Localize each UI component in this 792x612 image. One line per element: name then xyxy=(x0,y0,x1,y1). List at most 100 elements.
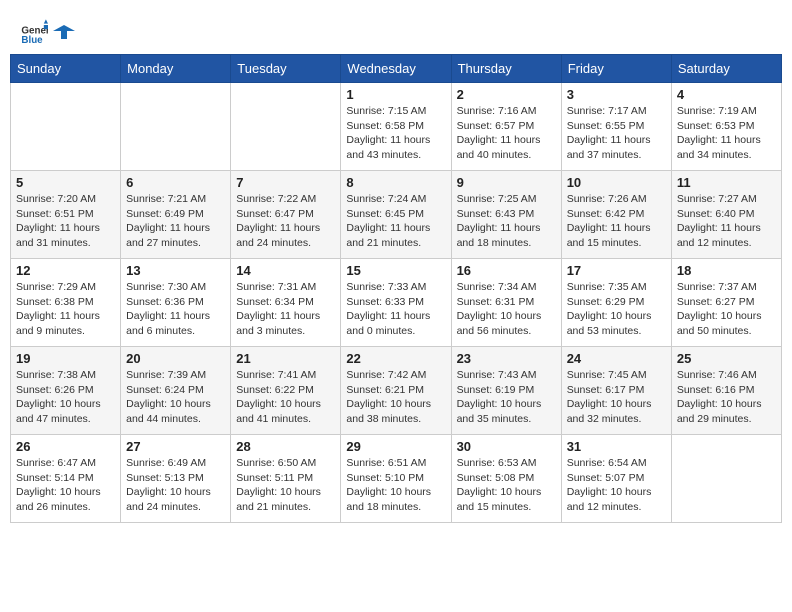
day-number: 27 xyxy=(126,439,225,454)
day-number: 30 xyxy=(457,439,556,454)
logo-icon: General Blue xyxy=(20,18,48,46)
calendar-header: SundayMondayTuesdayWednesdayThursdayFrid… xyxy=(11,55,782,83)
calendar-cell: 6Sunrise: 7:21 AM Sunset: 6:49 PM Daylig… xyxy=(121,171,231,259)
calendar-cell xyxy=(231,83,341,171)
day-header-monday: Monday xyxy=(121,55,231,83)
day-info: Sunrise: 7:43 AM Sunset: 6:19 PM Dayligh… xyxy=(457,368,556,427)
calendar-week-1: 1 Sunrise: 7:15 AM Sunset: 6:58 PM Daylig… xyxy=(11,83,782,171)
day-number: 9 xyxy=(457,175,556,190)
page-header: General Blue xyxy=(10,10,782,54)
calendar-cell: 15Sunrise: 7:33 AM Sunset: 6:33 PM Dayli… xyxy=(341,259,451,347)
calendar-cell xyxy=(121,83,231,171)
day-info: Sunrise: 6:50 AM Sunset: 5:11 PM Dayligh… xyxy=(236,456,335,515)
calendar-cell: 13 Sunrise: 7:30 AM Sunset: 6:36 PM Dayli… xyxy=(121,259,231,347)
day-header-saturday: Saturday xyxy=(671,55,781,83)
calendar-cell: 29Sunrise: 6:51 AM Sunset: 5:10 PM Dayli… xyxy=(341,435,451,523)
calendar-cell: 14 Sunrise: 7:31 AM Sunset: 6:34 PM Dayli… xyxy=(231,259,341,347)
day-number: 22 xyxy=(346,351,445,366)
day-info: Sunrise: 7:37 AM Sunset: 6:27 PM Dayligh… xyxy=(677,280,776,339)
day-info: Sunrise: 7:20 AM Sunset: 6:51 PM Dayligh… xyxy=(16,192,115,251)
calendar-week-5: 26 Sunrise: 6:47 AM Sunset: 5:14 PM Dayli… xyxy=(11,435,782,523)
calendar-cell: 10 Sunrise: 7:26 AM Sunset: 6:42 PM Dayli… xyxy=(561,171,671,259)
day-info: Sunrise: 7:19 AM Sunset: 6:53 PM Dayligh… xyxy=(677,104,776,163)
calendar-cell: 24 Sunrise: 7:45 AM Sunset: 6:17 PM Dayli… xyxy=(561,347,671,435)
calendar-cell: 17 Sunrise: 7:35 AM Sunset: 6:29 PM Dayli… xyxy=(561,259,671,347)
day-number: 18 xyxy=(677,263,776,278)
calendar-cell: 1 Sunrise: 7:15 AM Sunset: 6:58 PM Daylig… xyxy=(341,83,451,171)
day-number: 24 xyxy=(567,351,666,366)
calendar-cell: 12 Sunrise: 7:29 AM Sunset: 6:38 PM Dayli… xyxy=(11,259,121,347)
calendar-cell: 31 Sunrise: 6:54 AM Sunset: 5:07 PM Dayli… xyxy=(561,435,671,523)
day-header-sunday: Sunday xyxy=(11,55,121,83)
day-number: 21 xyxy=(236,351,335,366)
day-number: 4 xyxy=(677,87,776,102)
day-info: Sunrise: 7:39 AM Sunset: 6:24 PM Dayligh… xyxy=(126,368,225,427)
calendar-cell: 11Sunrise: 7:27 AM Sunset: 6:40 PM Dayli… xyxy=(671,171,781,259)
day-number: 2 xyxy=(457,87,556,102)
calendar-cell: 16Sunrise: 7:34 AM Sunset: 6:31 PM Dayli… xyxy=(451,259,561,347)
day-info: Sunrise: 6:47 AM Sunset: 5:14 PM Dayligh… xyxy=(16,456,115,515)
calendar-cell: 7 Sunrise: 7:22 AM Sunset: 6:47 PM Daylig… xyxy=(231,171,341,259)
calendar-week-4: 19 Sunrise: 7:38 AM Sunset: 6:26 PM Dayli… xyxy=(11,347,782,435)
day-number: 11 xyxy=(677,175,776,190)
day-header-friday: Friday xyxy=(561,55,671,83)
day-number: 26 xyxy=(16,439,115,454)
calendar-cell: 20 Sunrise: 7:39 AM Sunset: 6:24 PM Dayli… xyxy=(121,347,231,435)
day-number: 20 xyxy=(126,351,225,366)
day-number: 14 xyxy=(236,263,335,278)
day-number: 10 xyxy=(567,175,666,190)
day-info: Sunrise: 6:54 AM Sunset: 5:07 PM Dayligh… xyxy=(567,456,666,515)
day-info: Sunrise: 7:35 AM Sunset: 6:29 PM Dayligh… xyxy=(567,280,666,339)
day-info: Sunrise: 7:24 AM Sunset: 6:45 PM Dayligh… xyxy=(346,192,445,251)
day-info: Sunrise: 7:26 AM Sunset: 6:42 PM Dayligh… xyxy=(567,192,666,251)
calendar-cell: 9 Sunrise: 7:25 AM Sunset: 6:43 PM Daylig… xyxy=(451,171,561,259)
calendar-cell xyxy=(671,435,781,523)
day-info: Sunrise: 7:29 AM Sunset: 6:38 PM Dayligh… xyxy=(16,280,115,339)
calendar-cell: 19 Sunrise: 7:38 AM Sunset: 6:26 PM Dayli… xyxy=(11,347,121,435)
day-info: Sunrise: 7:38 AM Sunset: 6:26 PM Dayligh… xyxy=(16,368,115,427)
day-number: 23 xyxy=(457,351,556,366)
calendar-cell: 22 Sunrise: 7:42 AM Sunset: 6:21 PM Dayli… xyxy=(341,347,451,435)
day-number: 31 xyxy=(567,439,666,454)
calendar-week-3: 12 Sunrise: 7:29 AM Sunset: 6:38 PM Dayli… xyxy=(11,259,782,347)
calendar-cell: 4 Sunrise: 7:19 AM Sunset: 6:53 PM Daylig… xyxy=(671,83,781,171)
day-info: Sunrise: 7:22 AM Sunset: 6:47 PM Dayligh… xyxy=(236,192,335,251)
day-number: 13 xyxy=(126,263,225,278)
logo-bird-icon xyxy=(53,21,75,43)
calendar-week-2: 5Sunrise: 7:20 AM Sunset: 6:51 PM Daylig… xyxy=(11,171,782,259)
calendar-cell: 23 Sunrise: 7:43 AM Sunset: 6:19 PM Dayli… xyxy=(451,347,561,435)
day-number: 17 xyxy=(567,263,666,278)
calendar-cell: 28 Sunrise: 6:50 AM Sunset: 5:11 PM Dayli… xyxy=(231,435,341,523)
calendar-cell: 2 Sunrise: 7:16 AM Sunset: 6:57 PM Daylig… xyxy=(451,83,561,171)
day-number: 16 xyxy=(457,263,556,278)
day-number: 7 xyxy=(236,175,335,190)
day-info: Sunrise: 7:16 AM Sunset: 6:57 PM Dayligh… xyxy=(457,104,556,163)
calendar-cell xyxy=(11,83,121,171)
day-info: Sunrise: 7:30 AM Sunset: 6:36 PM Dayligh… xyxy=(126,280,225,339)
calendar-cell: 26 Sunrise: 6:47 AM Sunset: 5:14 PM Dayli… xyxy=(11,435,121,523)
day-info: Sunrise: 7:33 AM Sunset: 6:33 PM Dayligh… xyxy=(346,280,445,339)
day-info: Sunrise: 7:31 AM Sunset: 6:34 PM Dayligh… xyxy=(236,280,335,339)
day-info: Sunrise: 7:41 AM Sunset: 6:22 PM Dayligh… xyxy=(236,368,335,427)
day-info: Sunrise: 7:42 AM Sunset: 6:21 PM Dayligh… xyxy=(346,368,445,427)
day-number: 28 xyxy=(236,439,335,454)
calendar-cell: 27Sunrise: 6:49 AM Sunset: 5:13 PM Dayli… xyxy=(121,435,231,523)
calendar-cell: 5Sunrise: 7:20 AM Sunset: 6:51 PM Daylig… xyxy=(11,171,121,259)
calendar-cell: 21 Sunrise: 7:41 AM Sunset: 6:22 PM Dayli… xyxy=(231,347,341,435)
day-info: Sunrise: 6:51 AM Sunset: 5:10 PM Dayligh… xyxy=(346,456,445,515)
day-number: 3 xyxy=(567,87,666,102)
logo: General Blue xyxy=(20,18,76,46)
day-header-tuesday: Tuesday xyxy=(231,55,341,83)
day-info: Sunrise: 7:17 AM Sunset: 6:55 PM Dayligh… xyxy=(567,104,666,163)
day-info: Sunrise: 7:25 AM Sunset: 6:43 PM Dayligh… xyxy=(457,192,556,251)
day-info: Sunrise: 7:21 AM Sunset: 6:49 PM Dayligh… xyxy=(126,192,225,251)
day-number: 1 xyxy=(346,87,445,102)
calendar-cell: 3 Sunrise: 7:17 AM Sunset: 6:55 PM Daylig… xyxy=(561,83,671,171)
calendar-cell: 25Sunrise: 7:46 AM Sunset: 6:16 PM Dayli… xyxy=(671,347,781,435)
day-info: Sunrise: 7:45 AM Sunset: 6:17 PM Dayligh… xyxy=(567,368,666,427)
svg-text:Blue: Blue xyxy=(21,35,43,46)
day-number: 12 xyxy=(16,263,115,278)
day-info: Sunrise: 7:15 AM Sunset: 6:58 PM Dayligh… xyxy=(346,104,445,163)
day-header-thursday: Thursday xyxy=(451,55,561,83)
day-number: 19 xyxy=(16,351,115,366)
